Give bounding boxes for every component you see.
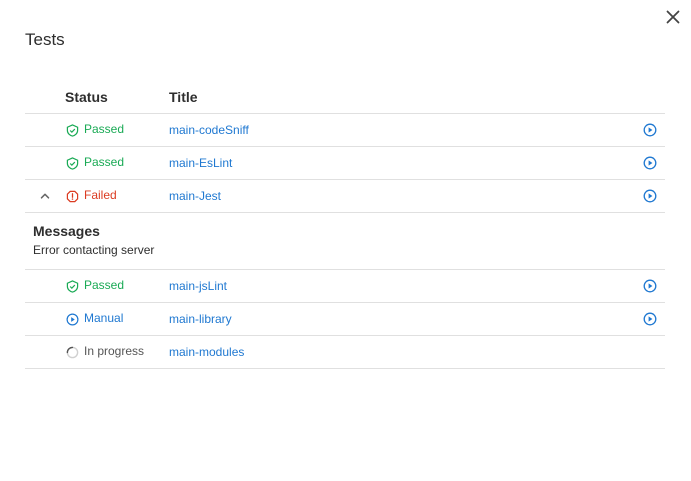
table-header: Status Title [25,81,665,114]
check-shield-icon [65,156,79,170]
tests-modal: Tests Status Title Passed main-codeSniff [0,0,691,481]
play-circle-icon[interactable] [643,156,657,170]
title-column-header: Title [169,89,198,105]
status-label: Passed [84,155,125,169]
messages-heading: Messages [33,223,100,239]
check-shield-icon [65,123,79,137]
status-label: Manual [84,311,124,325]
messages-panel: Messages Error contacting server [25,213,665,270]
test-title-link[interactable]: main-jsLint [169,279,227,293]
play-circle-icon[interactable] [643,312,657,326]
status-cell: Passed [65,270,169,302]
status-cell: Passed [65,114,169,146]
table-row: Failed main-Jest [25,180,665,213]
test-title-link[interactable]: main-codeSniff [169,123,249,137]
test-title-link[interactable]: main-library [169,312,232,326]
table-row: Passed main-EsLint [25,147,665,180]
play-circle-icon [65,312,79,326]
spinner-icon [65,345,79,359]
table-row: In progress main-modules [25,336,665,369]
status-label: In progress [84,344,145,358]
status-label: Failed [84,188,117,202]
status-label: Passed [84,278,125,292]
status-cell: Failed [65,180,169,212]
status-label: Passed [84,122,125,136]
play-circle-icon[interactable] [643,279,657,293]
modal-title: Tests [25,30,65,49]
tests-table: Status Title Passed main-codeSniff Passe… [25,81,665,369]
status-column-header: Status [65,89,108,105]
error-icon [65,189,79,203]
status-cell: Manual [65,303,169,335]
chevron-up-icon[interactable] [39,190,51,202]
table-row: Passed main-codeSniff [25,114,665,147]
close-icon [666,10,680,24]
table-row: Manual main-library [25,303,665,336]
test-title-link[interactable]: main-EsLint [169,156,232,170]
test-title-link[interactable]: main-modules [169,345,244,359]
check-shield-icon [65,279,79,293]
message-text: Error contacting server [33,243,155,257]
status-cell: In progress [65,336,169,368]
status-cell: Passed [65,147,169,179]
test-title-link[interactable]: main-Jest [169,189,221,203]
table-row: Passed main-jsLint [25,270,665,303]
play-circle-icon[interactable] [643,189,657,203]
close-button[interactable] [664,8,682,26]
play-circle-icon[interactable] [643,123,657,137]
